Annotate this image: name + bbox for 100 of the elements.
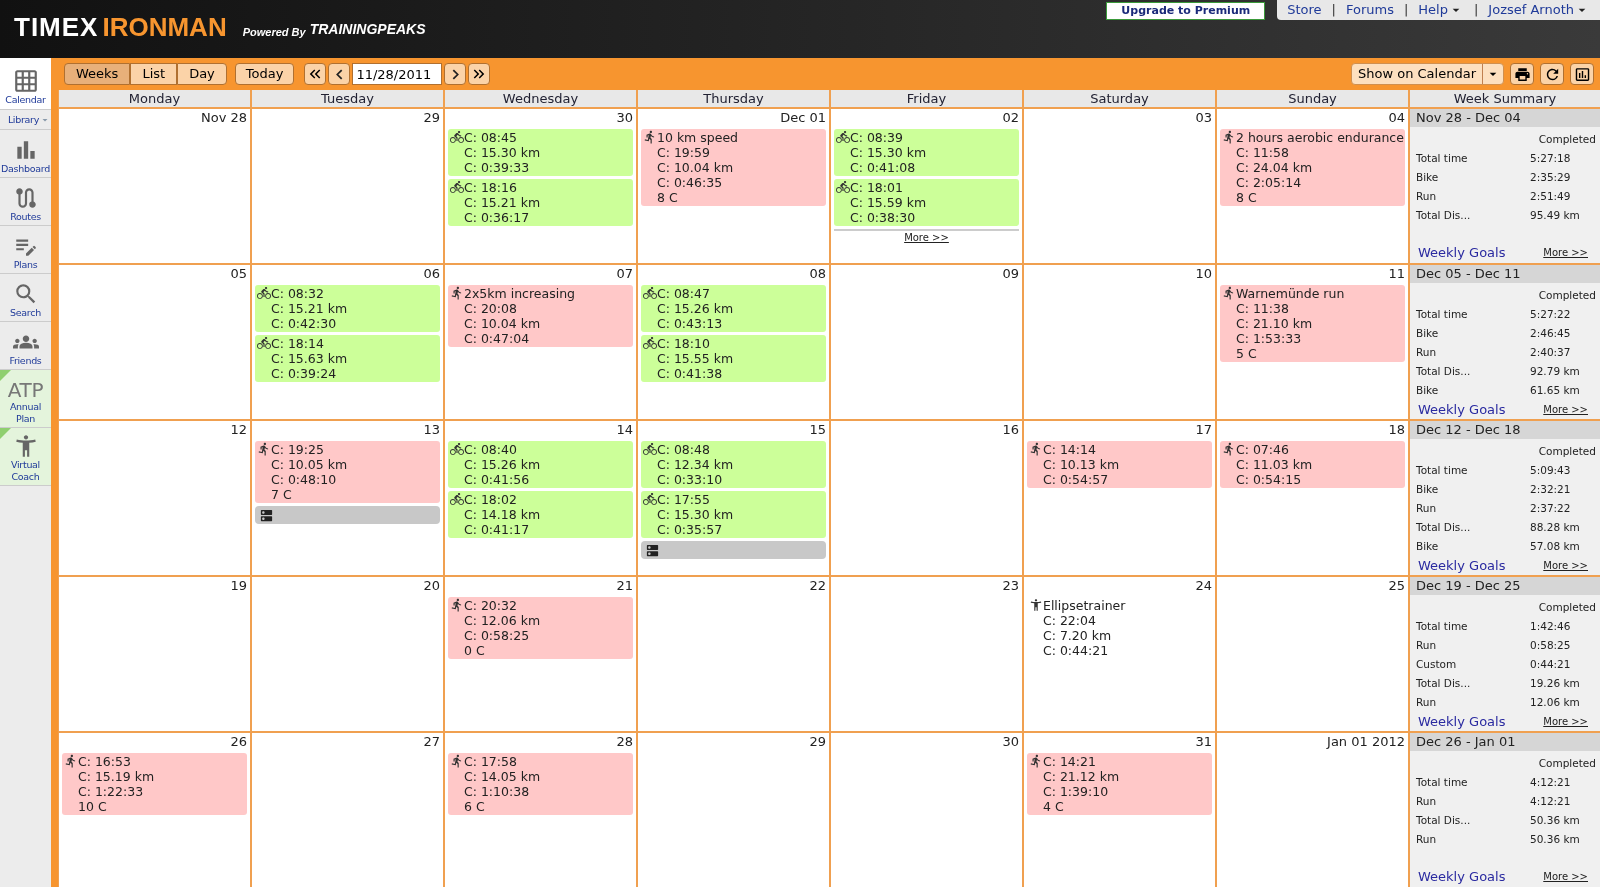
run-workout[interactable]: 10 km speed C: 19:59 C: 10.04 km C: 0:46:35 8 C — [641, 129, 826, 206]
day-cell[interactable]: 10 — [1024, 265, 1215, 419]
more-link[interactable]: More >> — [1543, 558, 1588, 574]
day-cell[interactable]: 17 C: 14:14 C: 10.13 km C: 0:54:57 — [1024, 421, 1215, 575]
run-workout[interactable]: C: 16:53 C: 15.19 km C: 1:22:33 10 C — [62, 753, 247, 815]
bike-workout[interactable]: C: 08:47 C: 15.26 km C: 0:43:13 — [641, 285, 826, 332]
more-link[interactable]: More >> — [1543, 402, 1588, 418]
more-link[interactable]: More >> — [1543, 868, 1588, 884]
day-cell[interactable]: 15 C: 08:48 C: 12.34 km C: 0:33:10 C: 17:55 C: 15.30 km C: 0:35:57 — [638, 421, 829, 575]
bike-workout[interactable]: C: 17:55 C: 15.30 km C: 0:35:57 — [641, 491, 826, 538]
day-cell[interactable]: 22 — [638, 577, 829, 731]
weekly-goals-link[interactable]: Weekly Goals — [1418, 556, 1506, 576]
bike-workout[interactable]: C: 08:45 C: 15.30 km C: 0:39:33 — [448, 129, 633, 176]
day-cell[interactable]: 11 Warnemünde run C: 11:38 C: 21.10 km C: 1:53:33 5 C — [1217, 265, 1408, 419]
run-workout[interactable]: C: 17:58 C: 14.05 km C: 1:10:38 6 C — [448, 753, 633, 815]
chart-button[interactable] — [1570, 63, 1594, 85]
bike-workout[interactable]: C: 08:39 C: 15.30 km C: 0:41:08 — [834, 129, 1019, 176]
day-cell[interactable]: 27 — [252, 733, 443, 887]
day-cell[interactable]: 30 — [831, 733, 1022, 887]
bike-workout[interactable]: C: 08:40 C: 15.26 km C: 0:41:56 — [448, 441, 633, 488]
sidebar-item[interactable]: Plans — [0, 226, 51, 274]
day-cell[interactable]: Nov 28 — [59, 109, 250, 263]
day-cell[interactable]: 19 — [59, 577, 250, 731]
run-workout[interactable]: C: 14:14 C: 10.13 km C: 0:54:57 — [1027, 441, 1212, 488]
summary-value: 12.06 km — [1530, 695, 1581, 710]
day-cell[interactable]: 08 C: 08:47 C: 15.26 km C: 0:43:13 C: 18:10 C: 15.55 km C: 0:41:38 — [638, 265, 829, 419]
last-button[interactable] — [468, 63, 491, 85]
sidebar-item[interactable]: Routes — [0, 178, 51, 226]
day-cell[interactable]: 16 — [831, 421, 1022, 575]
more-link[interactable]: More >> — [1543, 714, 1588, 730]
workout-detail: 5 C — [1236, 346, 1258, 361]
bike-workout[interactable]: C: 08:48 C: 12.34 km C: 0:33:10 — [641, 441, 826, 488]
view-tab[interactable]: List — [130, 63, 178, 85]
today-button[interactable]: Today — [234, 63, 295, 85]
sidebar-item[interactable]: Friends — [0, 322, 51, 370]
previous-button[interactable] — [328, 63, 351, 85]
weekly-goals-link[interactable]: Weekly Goals — [1418, 712, 1506, 732]
day-cell[interactable]: 21 C: 20:32 C: 12.06 km C: 0:58:25 0 C — [445, 577, 636, 731]
day-cell[interactable]: 24 Ellipsetrainer C: 22:04 C: 7.20 km C: 0:44:21 — [1024, 577, 1215, 731]
more-link[interactable]: More >> — [834, 229, 1019, 244]
day-cell[interactable]: 26 C: 16:53 C: 15.19 km C: 1:22:33 10 C — [59, 733, 250, 887]
day-cell[interactable]: 12 — [59, 421, 250, 575]
more-link[interactable]: More >> — [1543, 244, 1588, 260]
day-cell[interactable]: 28 C: 17:58 C: 14.05 km C: 1:10:38 6 C — [445, 733, 636, 887]
header-link[interactable]: Forums — [1345, 0, 1394, 20]
sidebar-item[interactable]: Search — [0, 274, 51, 322]
show-on-calendar-dropdown[interactable]: Show on Calendar — [1351, 63, 1504, 85]
day-cell[interactable]: 07 2x5km increasing C: 20:08 C: 10.04 km C: 0:47:04 — [445, 265, 636, 419]
upgrade-button[interactable]: Upgrade to Premium — [1106, 2, 1266, 20]
next-button[interactable] — [444, 63, 467, 85]
run-workout[interactable]: C: 14:21 C: 21.12 km C: 1:39:10 4 C — [1027, 753, 1212, 815]
sidebar-item[interactable]: Calendar — [0, 58, 51, 110]
day-cell[interactable]: 13 C: 19:25 C: 10.05 km C: 0:48:10 7 C — [252, 421, 443, 575]
bike-workout[interactable]: C: 18:10 C: 15.55 km C: 0:41:38 — [641, 335, 826, 382]
day-cell[interactable]: 30 C: 08:45 C: 15.30 km C: 0:39:33 C: 18:16 C: 15.21 km C: 0:36:17 — [445, 109, 636, 263]
run-workout[interactable]: 2 hours aerobic endurance C: 11:58 C: 24.04 km C: 2:05:14 8 C — [1220, 129, 1405, 206]
date-field[interactable]: 11/28/2011 — [352, 63, 443, 85]
print-button[interactable] — [1510, 63, 1534, 85]
run-workout[interactable]: Warnemünde run C: 11:38 C: 21.10 km C: 1:53:33 5 C — [1220, 285, 1405, 362]
weekly-goals-link[interactable]: Weekly Goals — [1418, 400, 1506, 420]
first-button[interactable] — [304, 63, 327, 85]
run-workout[interactable]: C: 20:32 C: 12.06 km C: 0:58:25 0 C — [448, 597, 633, 659]
day-cell[interactable]: 03 — [1024, 109, 1215, 263]
header-link[interactable]: Jozsef Arnoth — [1488, 0, 1590, 20]
day-cell[interactable]: 14 C: 08:40 C: 15.26 km C: 0:41:56 C: 18:02 C: 14.18 km C: 0:41:17 — [445, 421, 636, 575]
day-cell[interactable]: 29 — [252, 109, 443, 263]
refresh-button[interactable] — [1540, 63, 1564, 85]
day-cell[interactable]: 06 C: 08:32 C: 15.21 km C: 0:42:30 C: 18:14 C: 15.63 km C: 0:39:24 — [252, 265, 443, 419]
day-cell[interactable]: 23 — [831, 577, 1022, 731]
view-tab[interactable]: Day — [177, 63, 227, 85]
bike-workout[interactable]: C: 18:16 C: 15.21 km C: 0:36:17 — [448, 179, 633, 226]
run-workout[interactable]: C: 07:46 C: 11.03 km C: 0:54:15 — [1220, 441, 1405, 488]
note-bar[interactable] — [641, 541, 826, 559]
day-cell[interactable]: 25 — [1217, 577, 1408, 731]
day-cell[interactable]: 04 2 hours aerobic endurance C: 11:58 C: 24.04 km C: 2:05:14 8 C — [1217, 109, 1408, 263]
day-cell[interactable]: 31 C: 14:21 C: 21.12 km C: 1:39:10 4 C — [1024, 733, 1215, 887]
bike-workout[interactable]: C: 08:32 C: 15.21 km C: 0:42:30 — [255, 285, 440, 332]
day-cell[interactable]: Jan 01 2012 — [1217, 733, 1408, 887]
day-cell[interactable]: 29 — [638, 733, 829, 887]
sidebar-item[interactable]: Library — [0, 110, 51, 130]
sidebar-item[interactable]: Virtual Coach — [0, 428, 51, 486]
view-tab[interactable]: Weeks — [64, 63, 131, 85]
day-cell[interactable]: 20 — [252, 577, 443, 731]
day-cell[interactable]: 18 C: 07:46 C: 11.03 km C: 0:54:15 — [1217, 421, 1408, 575]
note-bar[interactable] — [255, 506, 440, 524]
day-cell[interactable]: Dec 01 10 km speed C: 19:59 C: 10.04 km C: 0:46:35 8 C — [638, 109, 829, 263]
header-link[interactable]: Store — [1287, 0, 1322, 20]
run-workout[interactable]: 2x5km increasing C: 20:08 C: 10.04 km C: 0:47:04 — [448, 285, 633, 347]
sidebar-item[interactable]: ATP Annual Plan — [0, 370, 51, 428]
day-cell[interactable]: 09 — [831, 265, 1022, 419]
bike-workout[interactable]: C: 18:01 C: 15.59 km C: 0:38:30 — [834, 179, 1019, 226]
header-link[interactable]: Help — [1418, 0, 1464, 20]
bike-workout[interactable]: C: 18:02 C: 14.18 km C: 0:41:17 — [448, 491, 633, 538]
sidebar-item[interactable]: Dashboard — [0, 130, 51, 178]
weekly-goals-link[interactable]: Weekly Goals — [1418, 242, 1506, 262]
day-cell[interactable]: 05 — [59, 265, 250, 419]
bike-workout[interactable]: C: 18:14 C: 15.63 km C: 0:39:24 — [255, 335, 440, 382]
run-workout[interactable]: C: 19:25 C: 10.05 km C: 0:48:10 7 C — [255, 441, 440, 503]
day-cell[interactable]: 02 C: 08:39 C: 15.30 km C: 0:41:08 C: 18:01 C: 15.59 km C: 0:38:30 More >> — [831, 109, 1022, 263]
weekly-goals-link[interactable]: Weekly Goals — [1418, 866, 1506, 886]
